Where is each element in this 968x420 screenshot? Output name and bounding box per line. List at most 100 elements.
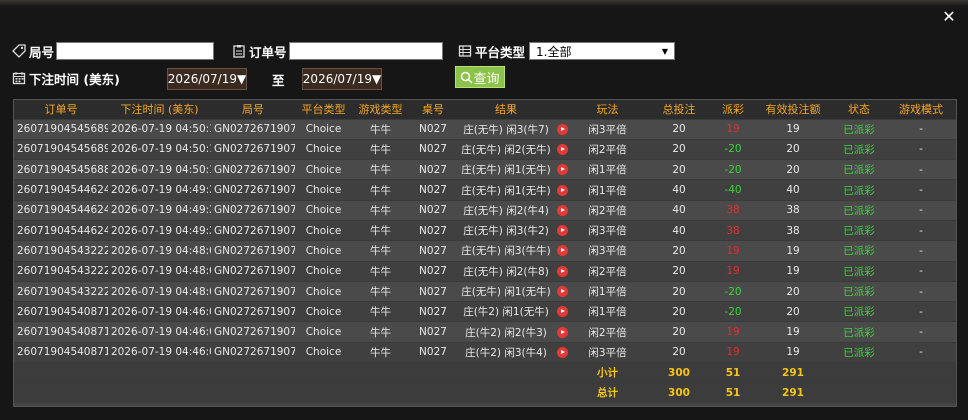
valid-bet-cell: 19 — [754, 321, 832, 343]
col-time: 下注时间 (美东) — [108, 100, 211, 119]
round-number-cell: GN0272671907C — [211, 138, 295, 160]
video-cell[interactable] — [555, 240, 569, 262]
result-cell: 庄(无牛) 闲3(牛牛) — [457, 240, 555, 262]
table-row: 2607190454462482026-07-19 04:49:20GN0272… — [14, 179, 956, 201]
game-type-cell: 牛牛 — [352, 219, 409, 241]
round-number-cell: GN02726719078 — [211, 301, 295, 322]
round-number-cell: GN02726719078 — [211, 321, 295, 343]
total-row: 总计 300 51 291 — [14, 382, 956, 403]
play-type-cell: 闲1平倍 — [569, 301, 646, 322]
video-cell[interactable] — [555, 280, 569, 302]
video-cell[interactable] — [555, 199, 569, 221]
video-cell[interactable] — [555, 260, 569, 282]
platform-label: 平台类型 — [458, 42, 525, 61]
order-filter: 订单号 — [232, 40, 443, 62]
video-cell[interactable] — [555, 118, 569, 140]
game-mode-cell: - — [886, 301, 956, 322]
play-type-cell: 闲1平倍 — [569, 280, 646, 302]
game-type-cell: 牛牛 — [352, 321, 409, 343]
total-bet-cell: 20 — [646, 341, 712, 363]
payout-cell: -20 — [712, 138, 754, 160]
play-video-icon[interactable] — [556, 123, 568, 135]
col-payout: 派彩 — [712, 100, 754, 119]
round-number-cell: GN0272671907C — [211, 159, 295, 180]
play-video-icon[interactable] — [556, 225, 568, 237]
status-cell: 已派彩 — [832, 240, 886, 262]
game-type-cell: 牛牛 — [352, 199, 409, 221]
subtotal-row: 小计 300 51 291 — [14, 362, 956, 383]
play-video-icon[interactable] — [556, 346, 568, 358]
play-video-icon[interactable] — [556, 306, 568, 318]
subtotal-bet: 300 — [646, 362, 712, 383]
bet-time-cell: 2026-07-19 04:50:14 — [108, 159, 211, 180]
platform-select[interactable]: 1.全部 ▼ — [529, 42, 676, 60]
game-mode-cell: - — [886, 260, 956, 282]
video-cell[interactable] — [555, 179, 569, 201]
game-mode-cell: - — [886, 280, 956, 302]
video-cell[interactable] — [555, 219, 569, 241]
play-video-icon[interactable] — [556, 143, 568, 155]
table-row: 2607190454462442026-07-19 04:49:20GN0272… — [14, 219, 956, 241]
platform-type-cell: Choice — [295, 280, 352, 302]
play-video-icon[interactable] — [556, 326, 568, 338]
calendar-icon — [12, 72, 26, 85]
game-type-cell: 牛牛 — [352, 280, 409, 302]
payout-cell: -20 — [712, 159, 754, 180]
order-number-cell: 260719045432225 — [14, 260, 108, 282]
query-button[interactable]: 查询 — [455, 66, 505, 88]
dropdown-arrow-icon: ▼ — [236, 72, 247, 86]
order-input[interactable] — [288, 42, 443, 60]
payout-cell: -20 — [712, 280, 754, 302]
date-from-picker[interactable]: 2026/07/19 ▼ — [167, 68, 247, 90]
total-bet-cell: 20 — [646, 260, 712, 282]
col-status: 状态 — [832, 100, 886, 119]
table-number-cell: N027 — [409, 179, 457, 201]
video-cell[interactable] — [555, 138, 569, 160]
result-cell: 庄(牛2) 闲2(牛3) — [457, 321, 555, 343]
table-number-cell: N027 — [409, 159, 457, 180]
order-number-cell: 260719045456890 — [14, 138, 108, 160]
time-filter: 下注时间 (美东) — [12, 67, 120, 89]
platform-type-cell: Choice — [295, 341, 352, 363]
game-mode-cell: - — [886, 138, 956, 160]
video-cell[interactable] — [555, 301, 569, 322]
date-to-picker[interactable]: 2026/07/19 ▼ — [302, 68, 382, 90]
subtotal-label: 小计 — [569, 362, 646, 383]
bet-time-cell: 2026-07-19 04:49:20 — [108, 219, 211, 241]
close-icon[interactable]: ✕ — [940, 8, 958, 26]
play-video-icon[interactable] — [556, 204, 568, 216]
round-input[interactable] — [56, 42, 215, 60]
play-video-icon[interactable] — [556, 286, 568, 298]
total-payout: 51 — [712, 382, 754, 403]
top-strip — [0, 0, 968, 6]
play-type-cell: 闲3平倍 — [569, 118, 646, 140]
order-number-cell: 260719045408719 — [14, 301, 108, 322]
game-mode-cell: - — [886, 321, 956, 343]
video-cell[interactable] — [555, 321, 569, 343]
result-cell: 庄(无牛) 闲2(牛4) — [457, 199, 555, 221]
platform-type-cell: Choice — [295, 118, 352, 140]
game-type-cell: 牛牛 — [352, 138, 409, 160]
bet-time-cell: 2026-07-19 04:48:09 — [108, 240, 211, 262]
bet-records-table: 订单号 下注时间 (美东) 局号 平台类型 游戏类型 桌号 结果 玩法 总投注 … — [13, 99, 957, 407]
game-type-cell: 牛牛 — [352, 341, 409, 363]
col-order: 订单号 — [14, 100, 108, 119]
play-video-icon[interactable] — [556, 164, 568, 176]
play-video-icon[interactable] — [556, 184, 568, 196]
play-video-icon[interactable] — [556, 265, 568, 277]
valid-bet-cell: 19 — [754, 240, 832, 262]
order-number-cell: 260719045446248 — [14, 179, 108, 201]
order-number-cell: 260719045408716 — [14, 341, 108, 363]
game-type-cell: 牛牛 — [352, 179, 409, 201]
to-label: 至 — [272, 73, 285, 88]
platform-type-cell: Choice — [295, 301, 352, 322]
video-cell[interactable] — [555, 159, 569, 180]
round-number-cell: GN0272671907A — [211, 240, 295, 262]
video-cell[interactable] — [555, 341, 569, 363]
search-icon — [461, 71, 474, 84]
platform-type-cell: Choice — [295, 260, 352, 282]
play-video-icon[interactable] — [556, 245, 568, 257]
status-cell: 已派彩 — [832, 199, 886, 221]
result-cell: 庄(无牛) 闲3(牛7) — [457, 118, 555, 140]
game-type-cell: 牛牛 — [352, 118, 409, 140]
